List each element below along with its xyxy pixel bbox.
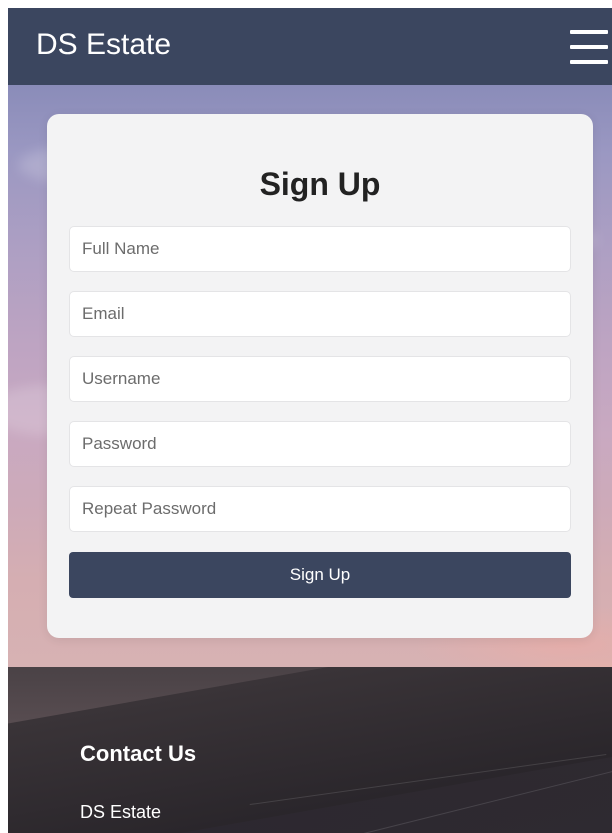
contact-title: Contact Us [80, 741, 197, 766]
hero-background: Sign Up Sign Up [8, 85, 612, 667]
signup-title: Sign Up [259, 166, 381, 202]
password-field[interactable] [69, 421, 571, 467]
menu-bar-bottom [570, 60, 608, 64]
email-field[interactable] [69, 291, 571, 337]
full-name-field[interactable] [69, 226, 571, 272]
signup-card: Sign Up Sign Up [47, 114, 593, 638]
site-brand[interactable]: DS Estate [36, 27, 171, 63]
menu-bar-top [570, 30, 608, 34]
username-field[interactable] [69, 356, 571, 402]
contact-company: DS Estate [80, 802, 162, 822]
top-clipped-strip [0, 0, 612, 8]
repeat-password-field[interactable] [69, 486, 571, 532]
site-footer: Contact Us DS Estate [8, 667, 612, 833]
hamburger-menu-icon[interactable] [570, 30, 608, 64]
signup-button[interactable]: Sign Up [69, 552, 571, 598]
menu-bar-middle [570, 45, 608, 49]
site-header: DS Estate [8, 8, 612, 85]
